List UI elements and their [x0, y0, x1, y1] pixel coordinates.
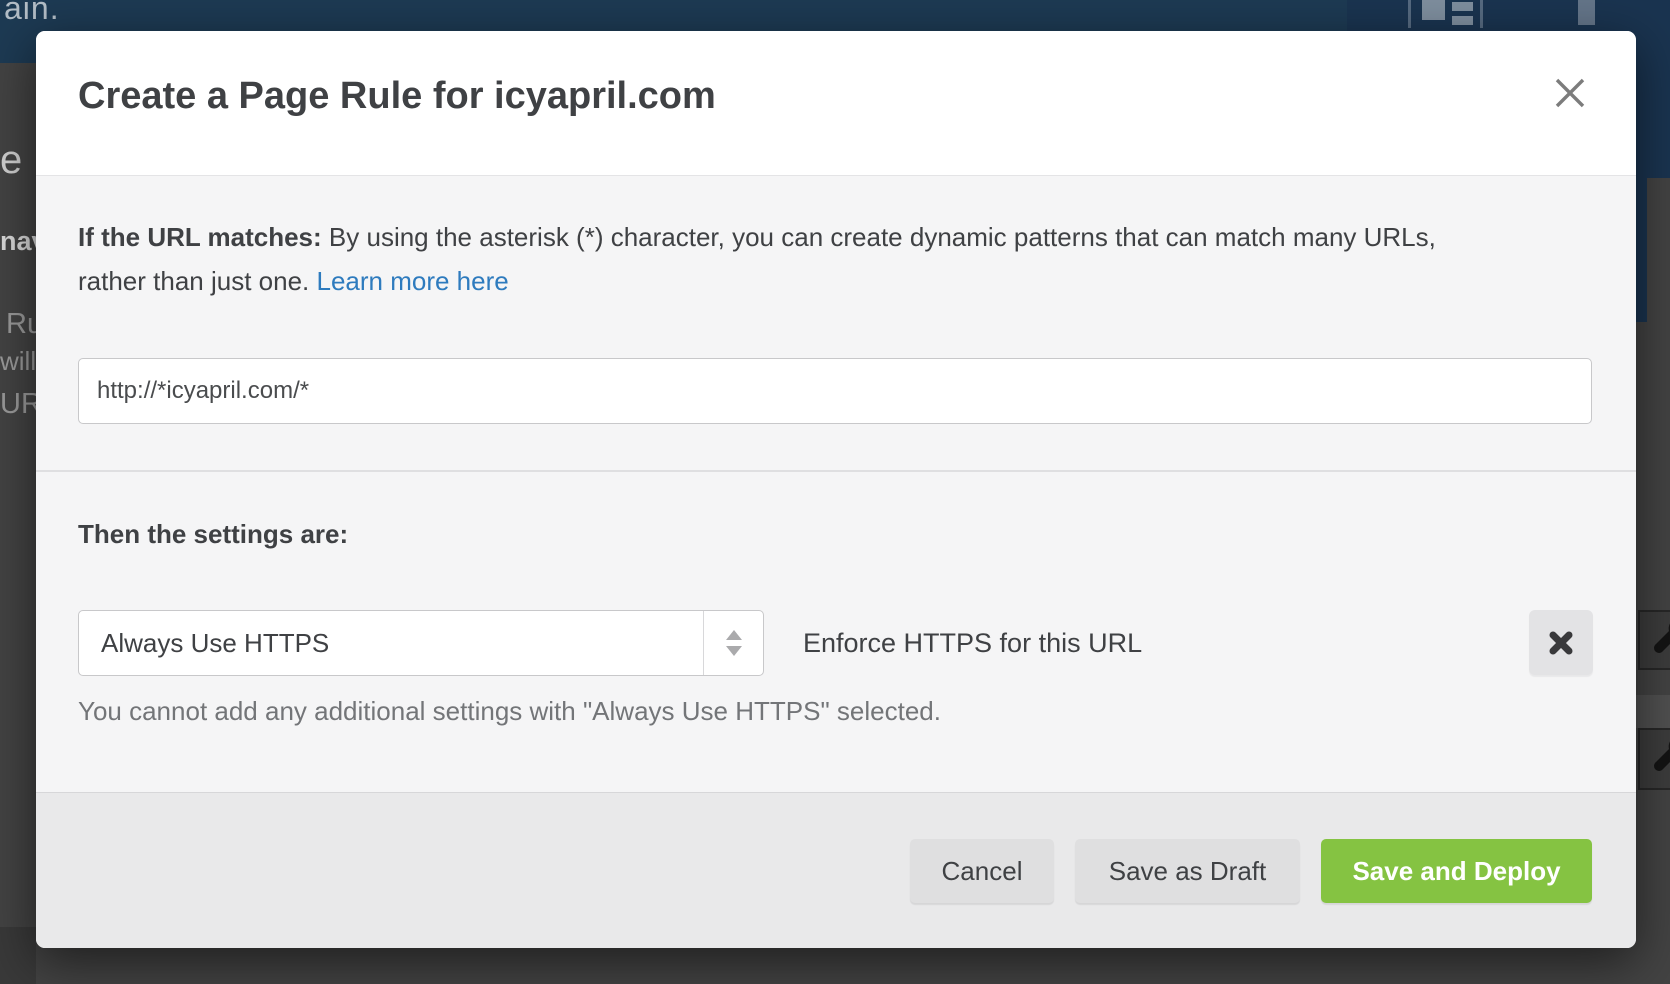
- setting-row: Always Use HTTPS Enforce HTTPS for this …: [36, 610, 1636, 676]
- list-line-icon: [1452, 16, 1473, 25]
- chevron-up-icon: [726, 630, 742, 640]
- background-text-fragment: e: [0, 138, 22, 183]
- modal-footer: Cancel Save as Draft Save and Deploy: [36, 792, 1636, 948]
- chevron-up-down-icon: [703, 611, 763, 675]
- learn-more-link[interactable]: Learn more here: [317, 266, 509, 296]
- url-pattern-input[interactable]: [78, 358, 1592, 424]
- wrench-icon: [1650, 616, 1670, 664]
- setting-select[interactable]: Always Use HTTPS: [78, 610, 764, 676]
- close-icon: [1553, 76, 1587, 110]
- setting-note: You cannot add any additional settings w…: [78, 689, 941, 733]
- navbar-separator: [1408, 0, 1411, 28]
- background-section-edge: [0, 927, 36, 984]
- modal-header: Create a Page Rule for icyapril.com: [36, 31, 1636, 176]
- section-divider: [36, 470, 1636, 472]
- url-match-description: If the URL matches: By using the asteris…: [78, 215, 1456, 303]
- save-as-draft-button[interactable]: Save as Draft: [1075, 839, 1300, 903]
- setting-select-value: Always Use HTTPS: [79, 628, 703, 659]
- setting-description: Enforce HTTPS for this URL: [803, 610, 1142, 676]
- page-title: Create a Page Rule for icyapril.com: [78, 75, 716, 118]
- url-match-label: If the URL matches:: [78, 222, 322, 252]
- create-page-rule-modal: Create a Page Rule for icyapril.com If t…: [36, 31, 1636, 948]
- background-text-fragment: ain.: [4, 0, 60, 27]
- background-sidebar-strip: [1636, 178, 1647, 322]
- chevron-down-icon: [726, 646, 742, 656]
- background-row-edge: [1636, 695, 1670, 728]
- news-icon: [1422, 0, 1445, 20]
- settings-heading: Then the settings are:: [78, 519, 348, 550]
- support-icon: [1578, 0, 1595, 25]
- list-line-icon: [1452, 2, 1473, 11]
- cancel-button[interactable]: Cancel: [910, 839, 1054, 903]
- background-text-fragment: will: [0, 346, 36, 377]
- save-and-deploy-button[interactable]: Save and Deploy: [1321, 839, 1592, 903]
- footer-button-group: Cancel Save as Draft Save and Deploy: [910, 839, 1592, 903]
- remove-setting-button[interactable]: [1529, 610, 1593, 675]
- close-button[interactable]: [1552, 75, 1588, 111]
- navbar-separator: [1480, 0, 1483, 28]
- wrench-icon: [1650, 734, 1670, 782]
- remove-x-icon: [1547, 629, 1575, 657]
